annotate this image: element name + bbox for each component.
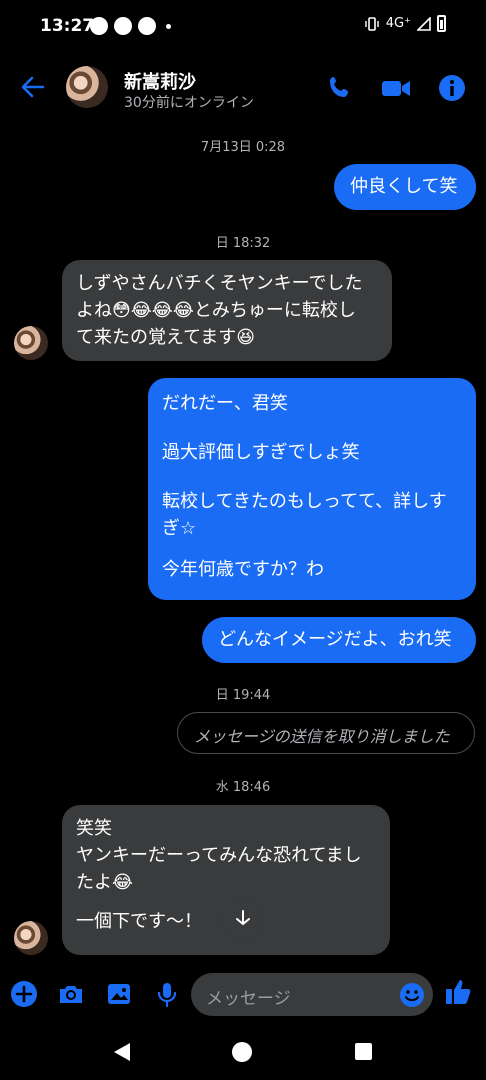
message-paragraph: だれだー、君笑 [162,393,288,414]
contact-avatar-small[interactable] [14,326,48,360]
messenger-icon [138,17,156,35]
unsent-text: メッセージの送信を取り消しました [194,727,450,746]
status-system-icons: 4G⁺ [364,15,446,32]
contact-name[interactable]: 新嵩莉沙 [124,68,196,94]
emoji-icon[interactable] [399,982,425,1008]
status-time: 13:27 [40,16,95,36]
nav-back-icon[interactable] [112,1042,132,1062]
message-paragraph: 今年何歳ですか？わ [162,559,324,580]
scroll-to-bottom-button[interactable] [222,897,264,939]
plus-icon[interactable] [10,980,38,1008]
contact-avatar-small[interactable] [14,921,48,955]
sent-message[interactable]: だれだー、君笑 過大評価しすぎでしょ笑 転校してきたのもしってて、詳しす ぎ☆ … [148,378,476,600]
status-bar: 13:27 4G⁺ [0,0,486,56]
info-icon[interactable] [438,74,466,102]
timestamp: 日 18:32 [215,236,271,251]
message-paragraph: 過大評価しすぎでしょ笑 [162,442,360,463]
signal-icon [417,16,431,31]
thumbs-up-icon[interactable] [444,976,472,1006]
camera-icon[interactable] [57,980,85,1008]
more-notifications-dot [166,24,171,29]
message-line: しずやさんバチくそヤンキーでした [76,273,363,294]
video-call-icon[interactable] [381,74,411,102]
timestamp: 日 19:44 [215,688,271,703]
phone-icon[interactable] [326,74,354,102]
network-type: 4G⁺ [385,16,411,31]
gallery-icon[interactable] [105,980,133,1008]
arrow-down-icon [236,910,250,925]
message-line: たよ😂 [76,872,134,893]
message-paragraph: 転校してきたのもしってて、詳しす [162,491,447,512]
contact-presence: 30分前にオンライン [124,95,254,111]
back-arrow-icon[interactable] [20,74,46,100]
message-composer: メッセージ [0,968,486,1020]
sent-message[interactable]: 仲良くして笑 [334,164,476,210]
vibrate-icon [365,16,379,31]
microphone-icon[interactable] [153,980,181,1008]
message-input-placeholder: メッセージ [206,989,291,1009]
received-message[interactable]: しずやさんバチくそヤンキーでした よね😳😂😂😂とみちゅーに転校し て来たの覚えて… [62,260,392,361]
message-text: どんなイメージだよ、おれ笑 [218,629,452,650]
message-text: 仲良くして笑 [350,176,458,197]
nav-home-icon[interactable] [232,1042,252,1062]
messenger-icon [114,17,132,35]
nav-recents-icon[interactable] [355,1043,372,1060]
messenger-icon [90,17,108,35]
message-line: よね😳😂😂😂とみちゅーに転校し [76,300,356,321]
timestamp: 7月13日 0:28 [200,140,286,155]
received-message[interactable]: 笑笑 ヤンキーだーってみんな恐れてまし たよ😂 一個下です〜！ [62,805,390,955]
message-line: て来たの覚えてます😆 [76,327,255,348]
message-line: ヤンキーだーってみんな恐れてまし [76,845,362,866]
chat-header: 新嵩莉沙 30分前にオンライン [0,56,486,120]
status-notification-icons [90,17,171,35]
system-navigation-bar [0,1024,486,1080]
message-line: 笑笑 [76,818,112,839]
message-input[interactable]: メッセージ [191,973,433,1016]
timestamp: 水 18:46 [215,780,271,795]
contact-avatar[interactable] [66,66,108,108]
battery-icon [437,15,446,32]
message-paragraph: ぎ☆ [162,518,197,539]
sent-message[interactable]: どんなイメージだよ、おれ笑 [202,617,476,663]
unsent-message-notice: メッセージの送信を取り消しました [177,712,475,754]
